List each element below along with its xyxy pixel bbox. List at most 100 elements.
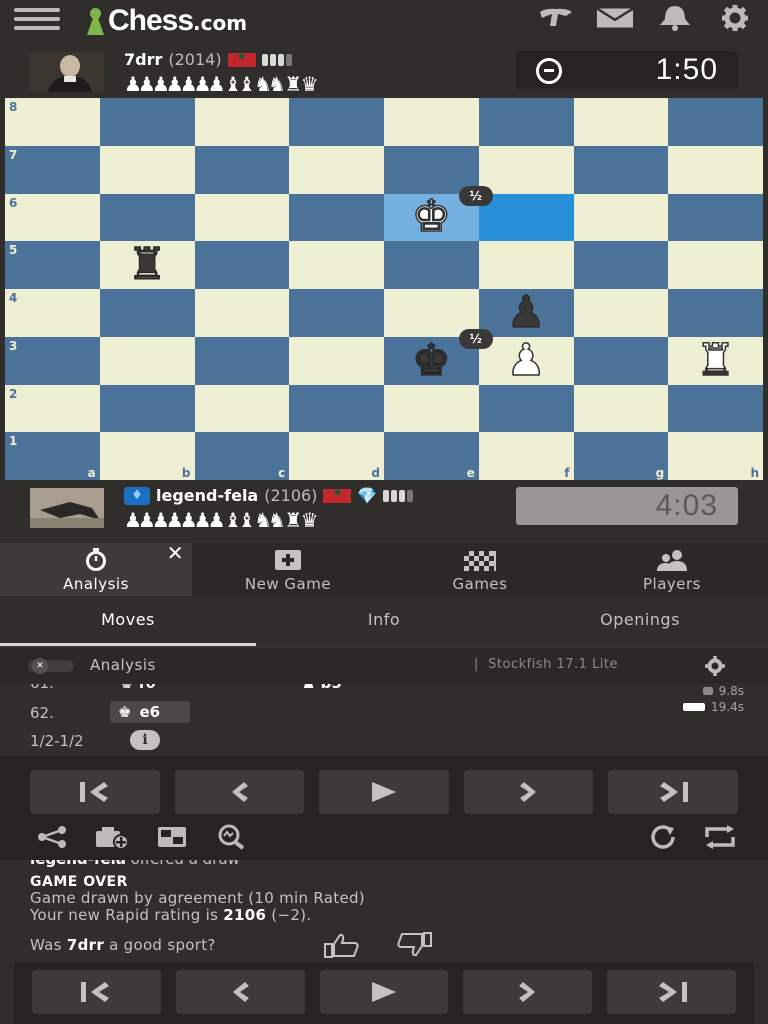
share-icon[interactable] xyxy=(34,824,70,850)
square-g3[interactable] xyxy=(573,336,669,385)
square-a3[interactable]: 3 xyxy=(5,336,100,385)
last-move-button[interactable] xyxy=(607,970,736,1014)
tab-players[interactable]: Players xyxy=(576,543,768,596)
square-a2[interactable]: 2 xyxy=(5,384,100,433)
self-avatar[interactable] xyxy=(30,488,104,528)
white-rook-piece[interactable]: ♜ xyxy=(668,337,763,385)
square-d4[interactable] xyxy=(289,289,384,337)
square-g7[interactable] xyxy=(573,145,669,194)
mail-icon[interactable] xyxy=(596,6,634,30)
square-f5[interactable] xyxy=(478,241,574,289)
square-g1[interactable]: g xyxy=(573,432,669,480)
square-h2[interactable] xyxy=(668,384,763,433)
flip-board-icon[interactable] xyxy=(702,824,738,850)
square-h1[interactable]: h xyxy=(668,432,763,480)
square-c3[interactable] xyxy=(194,336,290,385)
square-a5[interactable]: 5 xyxy=(5,241,100,289)
tab-games[interactable]: Games xyxy=(384,543,576,596)
square-h7[interactable] xyxy=(668,145,763,194)
board-settings-icon[interactable] xyxy=(154,824,190,850)
white-pawn-piece[interactable]: ♟ xyxy=(479,337,574,385)
square-g8[interactable] xyxy=(573,98,669,146)
black-pawn-piece[interactable]: ♟ xyxy=(479,289,574,337)
bell-icon[interactable] xyxy=(656,6,694,31)
square-e3[interactable]: ♚ ½ xyxy=(384,328,493,385)
square-a1[interactable]: 1a xyxy=(5,432,100,480)
square-d8[interactable] xyxy=(289,98,384,146)
square-h8[interactable] xyxy=(668,98,763,146)
square-b7[interactable] xyxy=(99,145,195,194)
square-g4[interactable] xyxy=(573,289,669,337)
square-d6[interactable] xyxy=(289,193,384,242)
square-b8[interactable] xyxy=(99,98,195,146)
square-h3[interactable]: ♜ xyxy=(668,336,763,385)
add-to-library-icon[interactable] xyxy=(94,824,130,850)
self-username[interactable]: legend-fela xyxy=(156,486,258,505)
square-b2[interactable] xyxy=(99,384,195,433)
square-c1[interactable]: c xyxy=(194,432,290,480)
first-move-button[interactable] xyxy=(32,970,161,1014)
settings-gear-icon[interactable] xyxy=(716,5,754,31)
square-a6[interactable]: 6 xyxy=(5,193,100,242)
thumbs-down-icon[interactable] xyxy=(396,932,434,958)
chess-com-logo[interactable]: Chess .com xyxy=(84,4,247,36)
square-a4[interactable]: 4 xyxy=(5,289,100,337)
tab-info[interactable]: Info xyxy=(256,596,512,646)
square-d2[interactable] xyxy=(289,384,384,433)
first-move-button[interactable] xyxy=(30,770,160,814)
thumbs-up-icon[interactable] xyxy=(322,932,360,958)
square-f3[interactable]: ♟ xyxy=(478,336,574,385)
square-f6[interactable] xyxy=(478,193,574,242)
square-a8[interactable]: 8 xyxy=(5,98,100,146)
last-move-button[interactable] xyxy=(608,770,738,814)
square-e5[interactable] xyxy=(384,241,479,289)
explore-search-icon[interactable] xyxy=(214,824,250,850)
square-f1[interactable]: f xyxy=(478,432,574,480)
play-button[interactable] xyxy=(319,770,449,814)
square-a7[interactable]: 7 xyxy=(5,145,100,194)
square-g2[interactable] xyxy=(573,384,669,433)
square-b1[interactable]: b xyxy=(99,432,195,480)
square-c7[interactable] xyxy=(194,145,290,194)
square-b4[interactable] xyxy=(99,289,195,337)
square-b5[interactable]: ♜ xyxy=(99,241,195,289)
tab-new-game[interactable]: New Game xyxy=(192,543,384,596)
square-d7[interactable] xyxy=(289,145,384,194)
help-icon[interactable] xyxy=(536,6,574,30)
current-move-chip[interactable]: ♚ e6 xyxy=(110,701,190,723)
square-g6[interactable] xyxy=(573,193,669,242)
square-e1[interactable]: e xyxy=(384,432,479,480)
next-move-button[interactable] xyxy=(463,970,593,1014)
black-rook-piece[interactable]: ♜ xyxy=(100,241,195,289)
square-f8[interactable] xyxy=(478,98,574,146)
tab-openings[interactable]: Openings xyxy=(512,596,768,646)
move-black[interactable]: ♟ b5 xyxy=(302,684,342,692)
tab-moves[interactable]: Moves xyxy=(0,596,256,646)
previous-move-button[interactable] xyxy=(175,970,305,1014)
square-d1[interactable]: d xyxy=(289,432,384,480)
square-h6[interactable] xyxy=(668,193,763,242)
square-c2[interactable] xyxy=(194,384,290,433)
info-icon[interactable]: i xyxy=(130,730,160,750)
hamburger-menu-icon[interactable] xyxy=(14,8,60,30)
square-c6[interactable] xyxy=(194,193,290,242)
square-b3[interactable] xyxy=(99,336,195,385)
square-b6[interactable] xyxy=(99,193,195,242)
next-move-button[interactable] xyxy=(463,770,594,814)
engine-settings-gear-icon[interactable] xyxy=(702,656,728,676)
square-c8[interactable] xyxy=(194,98,290,146)
square-h5[interactable] xyxy=(668,241,763,289)
tab-analysis[interactable]: Analysis ✕ xyxy=(0,541,192,596)
opponent-avatar[interactable] xyxy=(30,52,104,92)
square-d3[interactable] xyxy=(289,336,384,385)
square-e8[interactable] xyxy=(384,98,479,146)
square-f7[interactable] xyxy=(478,145,574,194)
chess-board[interactable]: 8 7 6 ♚ ½ 5 ♜ 4 ♟ 3 ♚ ½ ♟ ♜ 2 1 a b c d e f g h xyxy=(5,98,763,480)
play-button[interactable] xyxy=(319,970,449,1014)
square-c4[interactable] xyxy=(194,289,290,337)
square-d5[interactable] xyxy=(289,241,384,289)
rematch-refresh-icon[interactable] xyxy=(646,824,682,850)
analysis-toggle[interactable] xyxy=(28,658,74,674)
square-c5[interactable] xyxy=(194,241,290,289)
square-h4[interactable] xyxy=(668,289,763,337)
